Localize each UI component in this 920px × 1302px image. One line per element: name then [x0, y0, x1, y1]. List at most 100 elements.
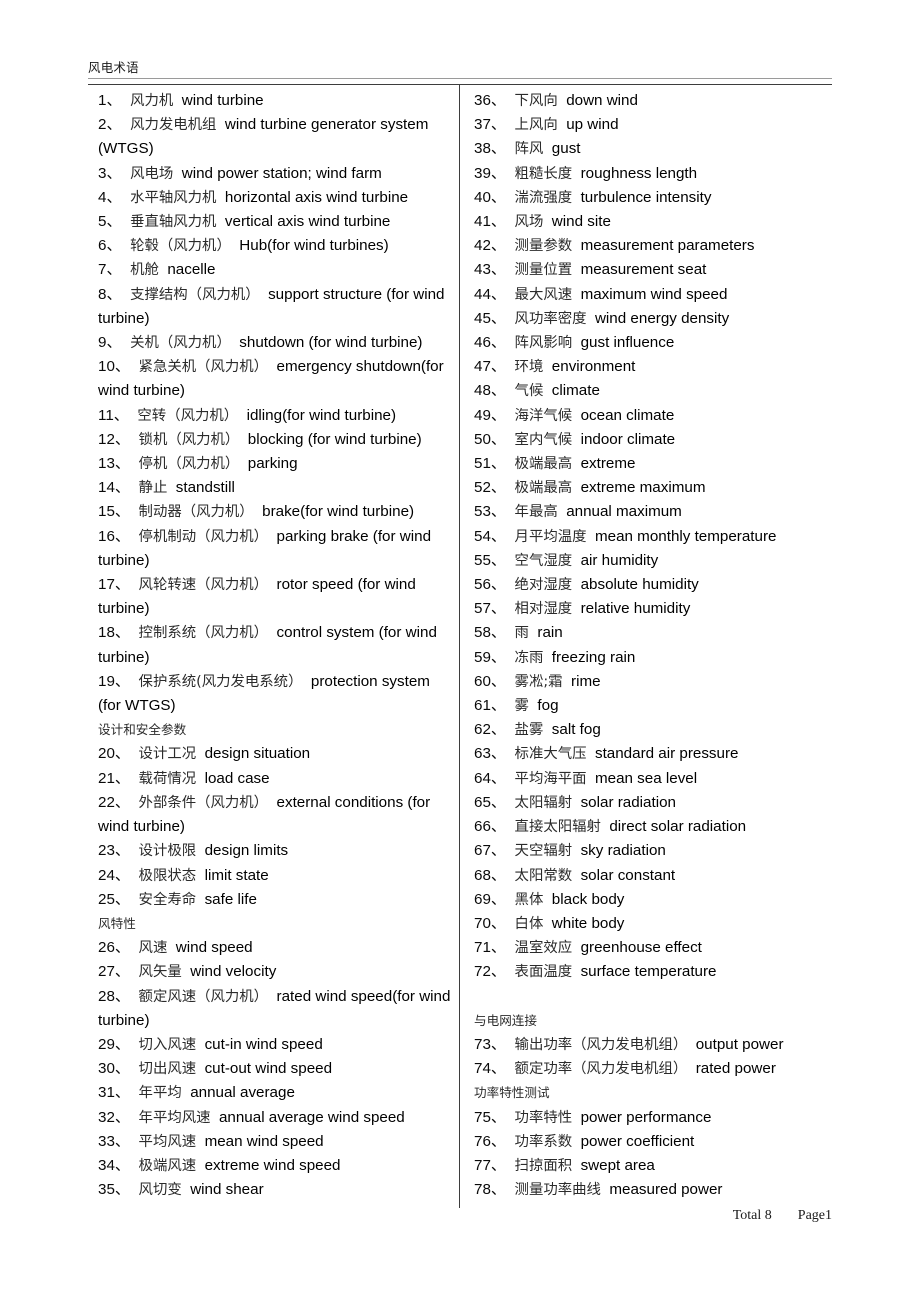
entry-term-english: cut-in wind speed — [204, 1035, 323, 1053]
entry-term-chinese: 水平轴风力机 — [130, 189, 217, 206]
entry-term-english: measurement seat — [580, 261, 707, 279]
entry-term-english: measurement parameters — [580, 237, 755, 255]
entry-term-english: solar constant — [580, 866, 676, 884]
entry-term-english: limit state — [204, 866, 269, 884]
glossary-table: 1、 风力机 wind turbine 2、 风力发电机组 wind turbin… — [88, 84, 832, 1210]
glossary-entry: 36、 下风向 down wind — [474, 89, 824, 113]
entry-number: 71、 — [474, 939, 507, 957]
glossary-entry: 76、 功率系数 power coefficient — [474, 1130, 824, 1154]
glossary-entry: 9、 关机（风力机） shutdown (for wind turbine) — [98, 331, 451, 355]
glossary-entry: 61、 雾 fog — [474, 694, 824, 718]
glossary-entry: 4、 水平轴风力机 horizontal axis wind turbine — [98, 186, 451, 210]
entry-term-english: wind power station; wind farm — [181, 164, 382, 182]
entry-term-english: load case — [204, 769, 270, 787]
glossary-entry: 71、 温室效应 greenhouse effect — [474, 936, 824, 960]
entry-number: 12、 — [98, 430, 131, 448]
glossary-entry: 11、 空转（风力机） idling(for wind turbine) — [98, 404, 451, 428]
header-divider — [88, 78, 832, 79]
entry-number: 36、 — [474, 92, 507, 109]
entry-term-chinese: 年平均 — [138, 1085, 182, 1102]
entry-term-chinese: 直接太阳辐射 — [514, 819, 601, 836]
entry-term-english: air humidity — [580, 551, 659, 569]
entry-term-english: greenhouse effect — [580, 939, 702, 957]
glossary-entry: 33、 平均风速 mean wind speed — [98, 1130, 451, 1154]
entry-number: 45、 — [474, 309, 507, 327]
glossary-entry: 8、 支撑结构（风力机） support structure (for wind… — [98, 283, 451, 331]
entry-term-chinese: 风速 — [138, 940, 168, 957]
entry-number: 19、 — [98, 672, 131, 690]
entry-term-english: safe life — [204, 890, 257, 908]
glossary-entry: 16、 停机制动（风力机） parking brake (for wind tu… — [98, 525, 451, 573]
entry-term-english: wind shear — [190, 1181, 264, 1199]
glossary-entry: 26、 风速 wind speed — [98, 936, 451, 960]
entry-number: 73、 — [474, 1035, 507, 1053]
entry-number: 69、 — [474, 890, 507, 908]
glossary-entry: 21、 载荷情况 load case — [98, 767, 451, 791]
entry-term-chinese: 上风向 — [514, 117, 558, 134]
entry-term-english: power coefficient — [580, 1132, 695, 1150]
entry-term-english: environment — [551, 358, 636, 376]
entry-term-chinese: 阵风 — [514, 141, 544, 158]
entry-term-english: roughness length — [580, 164, 698, 182]
entry-term-english: extreme maximum — [580, 479, 706, 497]
entry-term-english: absolute humidity — [580, 576, 699, 594]
glossary-entry: 72、 表面温度 surface temperature — [474, 960, 824, 984]
entry-term-chinese: 风功率密度 — [514, 310, 587, 327]
entry-number: 9、 — [98, 334, 122, 352]
entry-term-english: surface temperature — [580, 963, 717, 981]
entry-number: 53、 — [474, 503, 507, 521]
entry-term-chinese: 表面温度 — [514, 964, 573, 981]
entry-number: 51、 — [474, 455, 507, 473]
glossary-entry: 35、 风切变 wind shear — [98, 1178, 451, 1202]
glossary-entry: 10、 紧急关机（风力机） emergency shutdown(for win… — [98, 355, 451, 403]
entry-term-english: gust — [551, 140, 581, 158]
glossary-entry: 31、 年平均 annual average — [98, 1081, 451, 1105]
entry-number: 41、 — [474, 213, 507, 231]
entry-number: 17、 — [98, 576, 131, 594]
entry-number: 55、 — [474, 551, 507, 569]
entry-number: 34、 — [98, 1156, 131, 1174]
entry-term-chinese: 绝对湿度 — [514, 577, 573, 594]
entry-term-english: idling(for wind turbine) — [246, 406, 397, 424]
glossary-entry: 53、 年最高 annual maximum — [474, 500, 824, 524]
glossary-entry: 47、 环境 environment — [474, 355, 824, 379]
footer-page-label: Page1 — [797, 1208, 832, 1223]
entry-number: 18、 — [98, 624, 131, 642]
entry-term-chinese: 海洋气候 — [514, 407, 573, 424]
glossary-entry: 12、 锁机（风力机） blocking (for wind turbine) — [98, 428, 451, 452]
glossary-entry: 56、 绝对湿度 absolute humidity — [474, 573, 824, 597]
glossary-entry: 43、 测量位置 measurement seat — [474, 258, 824, 282]
glossary-entry: 50、 室内气候 indoor climate — [474, 428, 824, 452]
entry-term-chinese: 极限状态 — [138, 867, 197, 884]
entry-number: 63、 — [474, 745, 507, 763]
entry-number: 11、 — [98, 406, 129, 424]
entry-term-english: up wind — [566, 116, 619, 134]
entry-term-chinese: 关机（风力机） — [130, 335, 231, 352]
entry-term-english: swept area — [580, 1156, 655, 1174]
entry-number: 10、 — [98, 358, 131, 376]
glossary-section-heading: 与电网连接 — [474, 1012, 537, 1028]
glossary-entry: 7、 机舱 nacelle — [98, 258, 451, 282]
entry-term-chinese: 功率特性 — [514, 1109, 573, 1126]
entry-term-chinese: 粗糙长度 — [514, 165, 573, 182]
document-page: 风电术语 1、 风力机 wind turbine 2、 风力发电机组 wind t… — [0, 0, 920, 1302]
entry-term-chinese: 白体 — [514, 915, 544, 932]
entry-term-chinese: 盐雾 — [514, 722, 544, 739]
glossary-entry: 66、 直接太阳辐射 direct solar radiation — [474, 815, 824, 839]
entry-term-english: rated power — [695, 1060, 776, 1078]
entry-term-chinese: 雨 — [514, 625, 529, 642]
entry-number: 47、 — [474, 358, 507, 376]
entry-number: 58、 — [474, 624, 507, 642]
glossary-section-heading: 设计和安全参数 — [98, 722, 187, 738]
entry-term-chinese: 温室效应 — [514, 940, 573, 957]
entry-number: 76、 — [474, 1132, 507, 1150]
entry-term-chinese: 输出功率（风力发电机组） — [514, 1036, 688, 1053]
entry-number: 15、 — [98, 503, 131, 521]
entry-term-chinese: 切出风速 — [138, 1061, 197, 1078]
entry-term-chinese: 外部条件（风力机） — [138, 794, 269, 811]
glossary-entry: 22、 外部条件（风力机） external conditions (for w… — [98, 791, 451, 839]
entry-number: 20、 — [98, 745, 131, 763]
entry-term-chinese: 设计极限 — [138, 843, 197, 860]
entry-term-chinese: 下风向 — [514, 93, 558, 109]
